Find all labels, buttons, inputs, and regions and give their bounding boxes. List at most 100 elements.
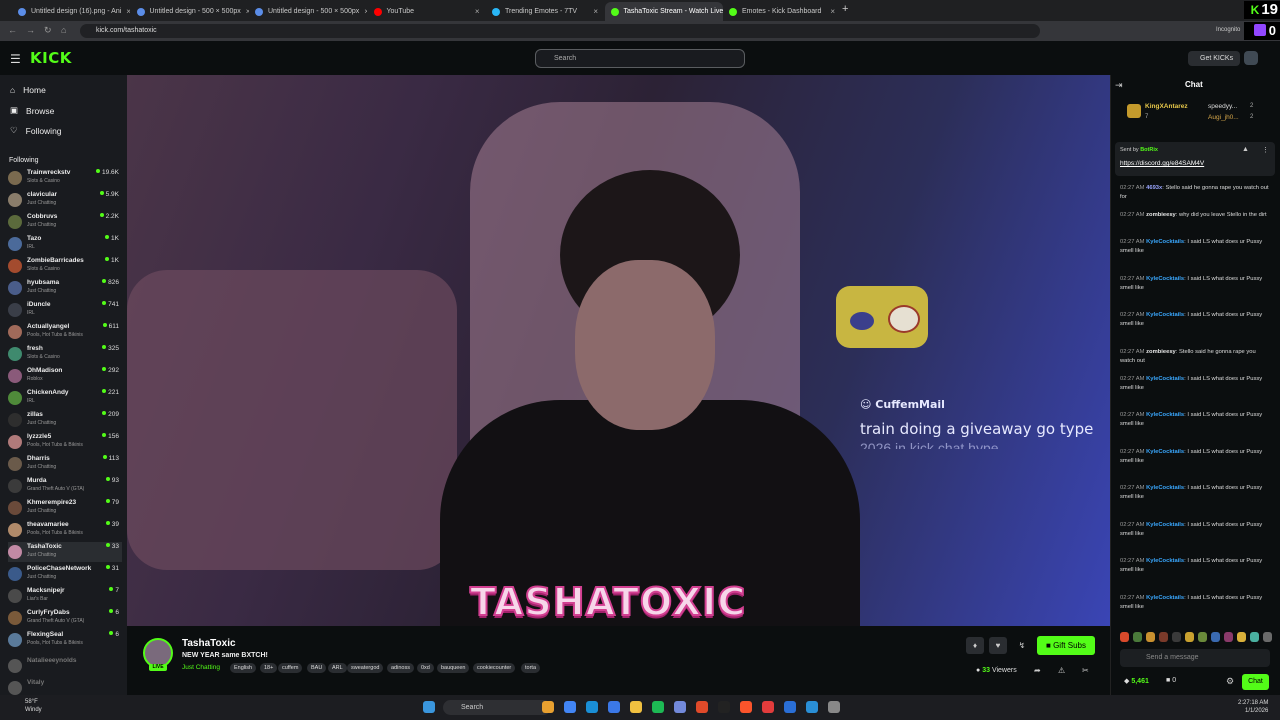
back-icon[interactable]: ← (8, 25, 17, 35)
taskbar-app-icon[interactable] (718, 701, 730, 713)
windows-start-icon[interactable] (423, 701, 435, 713)
following-item[interactable]: CurlyFryDabs Grand Theft Auto V (GTA) 6 (8, 608, 122, 628)
emote-icon[interactable] (1198, 632, 1207, 642)
stream-tag[interactable]: cookiecounter (473, 663, 516, 673)
notification-bell-icon[interactable]: ♦ (966, 637, 984, 654)
collapse-chat-icon[interactable]: ⇥ (1115, 80, 1123, 91)
emote-icon[interactable] (1237, 632, 1246, 642)
chat-input[interactable]: Send a message (1120, 649, 1270, 667)
hamburger-menu-icon[interactable]: ☰ (10, 52, 21, 66)
browser-tab[interactable]: Untitled design - 500 × 500px × (131, 2, 249, 21)
kicks-icon[interactable]: ↯ (1013, 637, 1031, 654)
taskbar-app-icon[interactable] (828, 701, 840, 713)
follow-heart-icon[interactable]: ♥ (989, 637, 1007, 654)
following-item[interactable]: Actuallyangel Pools, Hot Tubs & Bikinis 61… (8, 322, 122, 342)
taskbar-app-icon[interactable] (608, 701, 620, 713)
stream-tag[interactable]: ARL (328, 663, 347, 673)
chat-settings-icon[interactable]: ⚙ (1226, 676, 1234, 687)
leaderboard-user[interactable]: speedyy... (1208, 103, 1237, 110)
taskbar-app-icon[interactable] (674, 701, 686, 713)
stream-tag[interactable]: bauqueen (437, 663, 470, 673)
stream-tag[interactable]: 0xd (417, 663, 434, 673)
kick-logo[interactable]: KICK (30, 49, 72, 67)
following-item[interactable]: FlexingSeal Pools, Hot Tubs & Bikinis 6 (8, 630, 122, 650)
stream-tag[interactable]: torta (521, 663, 541, 673)
chat-username[interactable]: zombieesy (1146, 212, 1176, 218)
nav-browse[interactable]: ▣ Browse (10, 105, 54, 116)
following-item[interactable]: Tazo IRL 1K (8, 234, 122, 254)
emote-icon[interactable] (1224, 632, 1233, 642)
emote-icon[interactable] (1250, 632, 1259, 642)
taskbar-app-icon[interactable] (542, 701, 554, 713)
nav-following[interactable]: ♡ Following (10, 125, 62, 136)
chat-username[interactable]: KyleCocktails (1146, 522, 1184, 528)
chat-send-button[interactable]: Chat (1242, 674, 1269, 690)
chat-username[interactable]: KyleCocktails (1146, 412, 1184, 418)
gifts-count[interactable]: ■ 0 (1166, 677, 1176, 684)
chat-username[interactable]: KyleCocktails (1146, 449, 1184, 455)
report-icon[interactable]: ⚠ (1058, 666, 1065, 675)
taskbar-app-icon[interactable] (564, 701, 576, 713)
share-icon[interactable]: ➦ (1034, 666, 1041, 675)
kicks-balance[interactable]: ◆ 5,461 (1124, 677, 1149, 685)
taskbar-app-icon[interactable] (806, 701, 818, 713)
following-item[interactable]: ZombieBarricades Slots & Casino 1K (8, 256, 122, 276)
user-avatar[interactable] (1244, 51, 1258, 65)
streamer-name[interactable]: TashaToxic (182, 638, 236, 649)
taskbar-app-icon[interactable] (586, 701, 598, 713)
stream-tag[interactable]: English (230, 663, 257, 673)
nav-home[interactable]: ⌂ Home (10, 85, 46, 95)
chat-username[interactable]: KyleCocktails (1146, 558, 1184, 564)
following-item[interactable]: fresh Slots & Casino 325 (8, 344, 122, 364)
following-item[interactable]: ChickenAndy IRL 221 (8, 388, 122, 408)
taskbar-app-icon[interactable] (740, 701, 752, 713)
stream-tag[interactable]: 18+ (260, 663, 278, 673)
tab-close-icon[interactable]: × (364, 7, 367, 16)
get-kicks-button[interactable]: Get KICKs (1188, 51, 1240, 66)
following-item[interactable]: Macksnipejr Liar's Bar 7 (8, 586, 122, 606)
chat-username[interactable]: KyleCocktails (1146, 376, 1184, 382)
pin-icon[interactable]: ▲ (1242, 146, 1249, 153)
browser-tab[interactable]: Emotes - Kick Dashboard × (723, 2, 841, 21)
leaderboard-user[interactable]: Augi_jh0... (1208, 114, 1239, 121)
taskbar-app-icon[interactable] (784, 701, 796, 713)
following-item[interactable]: Dharris Just Chatting 113 (8, 454, 122, 474)
stream-tag[interactable]: BAU (307, 663, 327, 673)
following-item[interactable]: Murda Grand Theft Auto V (GTA) 93 (8, 476, 122, 496)
chat-username[interactable]: KyleCocktails (1146, 239, 1184, 245)
tab-close-icon[interactable]: × (475, 7, 480, 16)
following-item[interactable]: TashaToxic Just Chatting 33 (8, 542, 122, 562)
chat-username[interactable]: KyleCocktails (1146, 485, 1184, 491)
following-item[interactable]: theavamariee Pools, Hot Tubs & Bikinis 39 (8, 520, 122, 540)
following-item[interactable]: lyzzzle5 Pools, Hot Tubs & Bikinis 156 (8, 432, 122, 452)
emote-icon[interactable] (1133, 632, 1142, 642)
stream-tag[interactable]: cuffem (278, 663, 303, 673)
taskbar-app-icon[interactable] (652, 701, 664, 713)
stream-tag[interactable]: sweatergod (347, 663, 384, 673)
taskbar-app-icon[interactable] (696, 701, 708, 713)
chat-username[interactable]: 4693x (1146, 185, 1162, 191)
following-item[interactable]: OhMadison Roblox 292 (8, 366, 122, 386)
browser-tab[interactable]: YouTube × (368, 2, 486, 21)
forward-icon[interactable]: → (26, 25, 35, 35)
pinned-link[interactable]: https://discord.gg/e84SAM4V (1120, 160, 1204, 167)
following-item[interactable]: Khmerempire23 Just Chatting 79 (8, 498, 122, 518)
chat-username[interactable]: KyleCocktails (1146, 595, 1184, 601)
emote-icon[interactable] (1263, 632, 1272, 642)
emote-icon[interactable] (1211, 632, 1220, 642)
following-item[interactable]: zillas Just Chatting 209 (8, 410, 122, 430)
system-clock[interactable]: 2:27:18 AM 1/1/2026 (1238, 699, 1268, 715)
chat-username[interactable]: KyleCocktails (1146, 276, 1184, 282)
following-item[interactable]: hyubsama Just Chatting 826 (8, 278, 122, 298)
home-icon[interactable]: ⌂ (61, 25, 66, 35)
tab-close-icon[interactable]: × (126, 7, 130, 16)
following-item-offline[interactable]: Natalieeeynolds (8, 656, 122, 676)
browser-tab[interactable]: Trending Emotes - 7TV × (486, 2, 604, 21)
browser-tab[interactable]: Untitled design - 500 × 500px × (249, 2, 367, 21)
taskbar-app-icon[interactable] (762, 701, 774, 713)
following-item[interactable]: Cobbruvs Just Chatting 2.2K (8, 212, 122, 232)
following-item[interactable]: clavicular Just Chatting 5.9K (8, 190, 122, 210)
more-options-icon[interactable]: ⋮ (1262, 146, 1269, 154)
following-item[interactable]: PoliceChaseNetwork Just Chatting 31 (8, 564, 122, 584)
emote-icon[interactable] (1159, 632, 1168, 642)
